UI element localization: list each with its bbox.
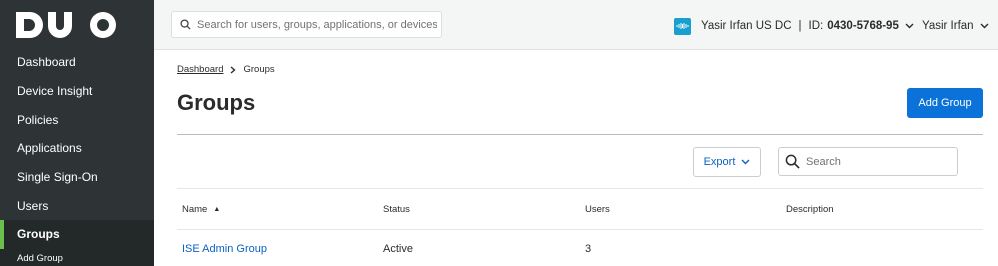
- column-header-users[interactable]: Users: [585, 204, 610, 215]
- account-id-value: 0430-5768-95: [827, 20, 899, 32]
- cisco-icon: [674, 17, 691, 35]
- sidebar-item-label: Users: [17, 198, 49, 213]
- add-group-button[interactable]: Add Group: [907, 88, 983, 118]
- column-header-label: Status: [383, 203, 410, 215]
- title-divider: [177, 134, 983, 135]
- group-status: Active: [383, 243, 413, 255]
- account-name: Yasir Irfan US DC: [701, 20, 792, 32]
- global-search-input[interactable]: [197, 18, 437, 31]
- sidebar-item-applications[interactable]: Applications: [0, 134, 154, 163]
- sort-ascending-icon: ▲: [213, 205, 221, 213]
- table-search-input[interactable]: [806, 155, 946, 168]
- search-icon: [785, 154, 800, 169]
- main-content: Dashboard Groups Groups Add Group Export…: [154, 50, 998, 266]
- account-id-label: ID:: [808, 20, 824, 32]
- breadcrumb: Dashboard Groups: [177, 64, 275, 75]
- chevron-down-icon: [741, 159, 750, 165]
- top-bar: Yasir Irfan US DC | ID: 0430-5768-95 Yas…: [154, 0, 998, 50]
- sidebar-item-label: Groups: [17, 227, 60, 242]
- sidebar-item-dashboard[interactable]: Dashboard: [0, 48, 154, 77]
- sidebar-item-users[interactable]: Users: [0, 191, 154, 220]
- column-header-label: Name: [182, 203, 208, 215]
- sidebar-item-single-sign-on[interactable]: Single Sign-On: [0, 163, 154, 192]
- table-row: ISE Admin Group Active 3: [177, 231, 983, 266]
- chevron-down-icon: [905, 23, 914, 29]
- sidebar-item-groups[interactable]: Groups: [0, 220, 154, 249]
- group-name-link[interactable]: ISE Admin Group: [182, 243, 267, 255]
- sidebar-item-label: Single Sign-On: [17, 170, 98, 185]
- sidebar-nav: Dashboard Device Insight Policies Applic…: [0, 48, 154, 266]
- breadcrumb-dashboard-link[interactable]: Dashboard: [177, 64, 223, 75]
- sidebar: Dashboard Device Insight Policies Applic…: [0, 0, 154, 266]
- chevron-down-icon: [980, 23, 989, 29]
- global-search[interactable]: [171, 11, 442, 38]
- sidebar-item-label: Policies: [17, 112, 59, 127]
- account-switcher[interactable]: Yasir Irfan US DC | ID: 0430-5768-95: [674, 15, 914, 37]
- sidebar-item-label: Device Insight: [17, 84, 93, 99]
- account-separator: |: [798, 20, 802, 32]
- sidebar-item-device-insight[interactable]: Device Insight: [0, 77, 154, 106]
- sidebar-item-label: Dashboard: [17, 55, 76, 70]
- column-header-status[interactable]: Status: [383, 204, 410, 215]
- column-header-description[interactable]: Description: [786, 204, 834, 215]
- user-name: Yasir Irfan: [922, 20, 974, 32]
- sidebar-item-label: Applications: [17, 141, 82, 156]
- group-user-count: 3: [585, 243, 592, 255]
- export-button[interactable]: Export: [693, 147, 761, 177]
- column-header-label: Users: [585, 203, 610, 215]
- duo-logo[interactable]: [16, 12, 116, 38]
- column-header-name[interactable]: Name ▲: [182, 204, 220, 215]
- sidebar-subitem-add-group[interactable]: Add Group: [0, 248, 154, 266]
- column-header-label: Description: [786, 203, 834, 215]
- sidebar-item-policies[interactable]: Policies: [0, 105, 154, 134]
- page-title: Groups: [177, 90, 256, 115]
- table-header: Name ▲ Status Users Description: [177, 189, 983, 230]
- breadcrumb-current: Groups: [243, 64, 275, 75]
- table-search[interactable]: [778, 147, 958, 176]
- search-icon: [180, 19, 191, 30]
- user-menu[interactable]: Yasir Irfan: [922, 15, 989, 37]
- sidebar-subitem-label: Add Group: [17, 253, 63, 265]
- chevron-right-icon: [231, 65, 237, 74]
- export-label: Export: [703, 156, 736, 168]
